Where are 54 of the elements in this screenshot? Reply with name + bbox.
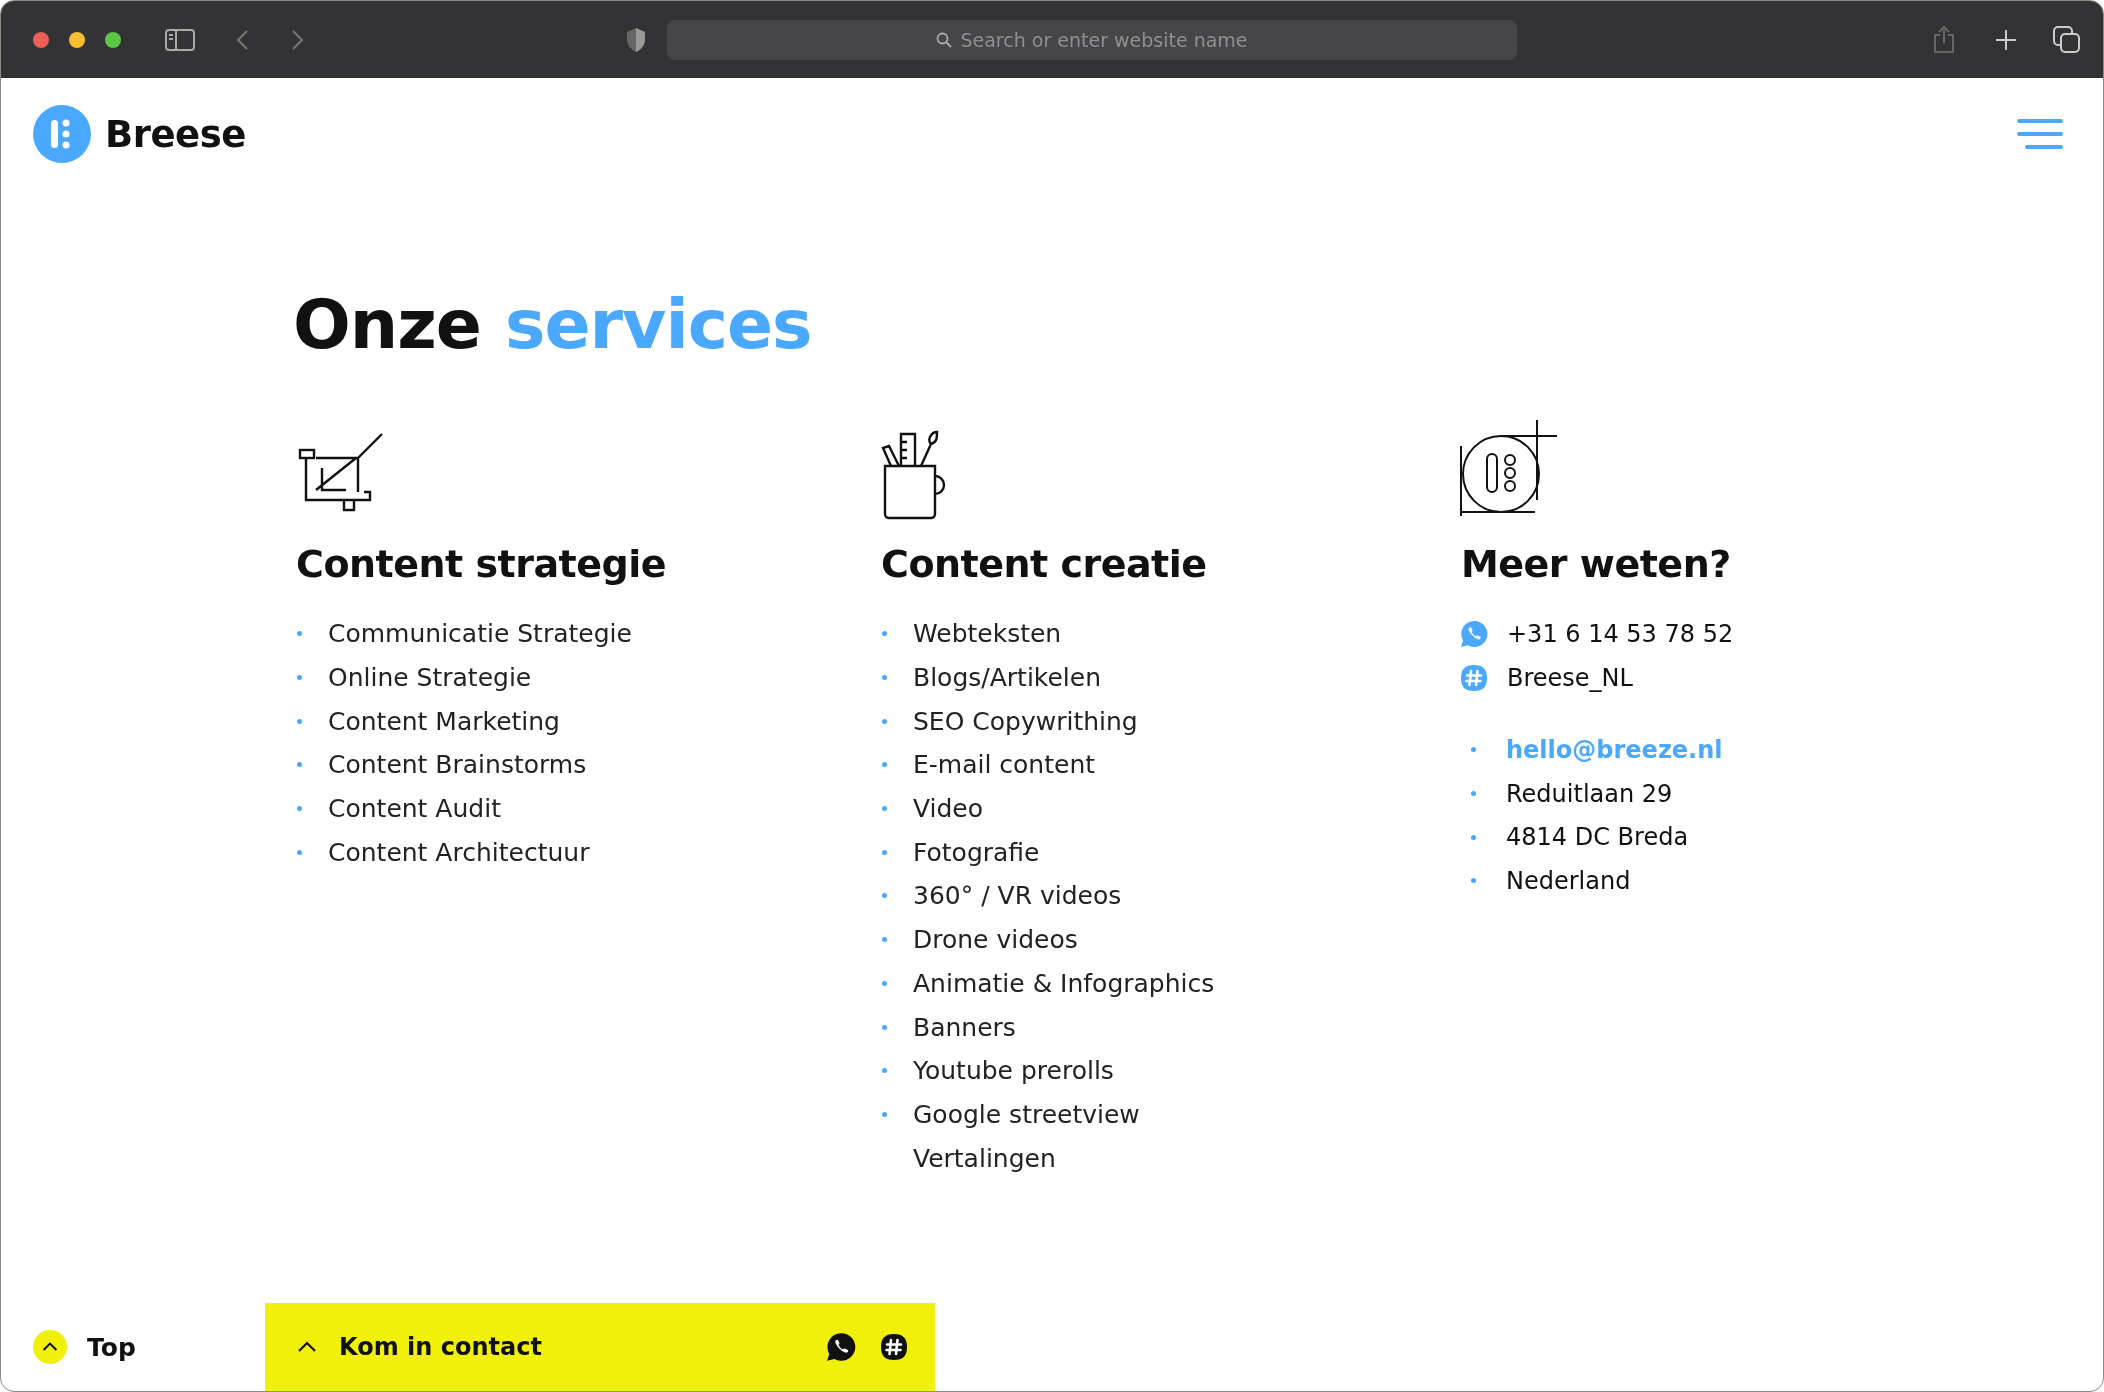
contact-bar-button[interactable]: Kom in contact — [265, 1303, 935, 1391]
bullet-icon — [1471, 878, 1476, 884]
column-title: Meer weten? — [1461, 542, 1732, 586]
page-heading: Onze services — [293, 285, 813, 364]
contact-channel: +31 6 14 53 78 52 — [1507, 620, 1734, 648]
service-item: 360° / VR videos — [913, 881, 1122, 911]
minimize-window-icon[interactable] — [69, 31, 85, 48]
contact-channel: Breese_NL — [1507, 664, 1633, 692]
service-item: Content Audit — [328, 794, 501, 824]
search-icon — [936, 31, 953, 48]
service-item: Fotografie — [913, 837, 1040, 867]
sidebar-icon[interactable] — [165, 28, 195, 51]
shield-icon[interactable] — [625, 26, 647, 53]
column-title: Content creatie — [881, 542, 1208, 586]
address-line: Reduitlaan 29 — [1506, 779, 1673, 808]
logo-text[interactable]: Breese — [105, 112, 246, 156]
service-item: Animatie & Infographics — [913, 968, 1215, 998]
column-title: Content strategie — [296, 542, 668, 586]
service-item: Drone videos — [913, 925, 1078, 955]
whatsapp-icon — [825, 1331, 857, 1363]
top-button[interactable]: Top — [1, 1317, 265, 1377]
service-item: Youtube prerolls — [913, 1056, 1114, 1086]
service-item: Content Marketing — [328, 706, 560, 736]
chevron-up-icon — [42, 1342, 58, 1352]
logo-icon[interactable] — [33, 105, 91, 163]
service-item: Video — [913, 794, 984, 824]
plus-icon[interactable] — [1995, 28, 2017, 51]
service-item: Webteksten — [913, 619, 1062, 649]
address-line: Nederland — [1506, 866, 1631, 895]
forward-icon[interactable] — [291, 28, 305, 51]
hashtag-icon — [879, 1332, 909, 1362]
service-item: SEO Copywrithing — [913, 706, 1138, 736]
chevron-up-icon — [297, 1341, 317, 1353]
back-icon[interactable] — [235, 28, 249, 51]
menu-icon[interactable] — [2017, 118, 2063, 150]
service-item: Vertalingen — [913, 1143, 1056, 1173]
maximize-window-icon[interactable] — [105, 31, 121, 48]
service-item: Google streetview — [913, 1099, 1140, 1129]
tabs-icon[interactable] — [2053, 25, 2081, 54]
service-item: Blogs/Artikelen — [913, 663, 1101, 693]
address-placeholder: Search or enter website name — [960, 28, 1248, 51]
service-item: Online Strategie — [328, 663, 532, 693]
whatsapp-icon — [1459, 619, 1489, 649]
hashtag-icon — [1459, 663, 1489, 693]
service-item: Content Architectuur — [328, 837, 590, 867]
service-item: Banners — [913, 1012, 1016, 1042]
address-line: 4814 DC Breda — [1506, 823, 1689, 852]
service-item: Content Brainstorms — [328, 750, 587, 780]
close-window-icon[interactable] — [33, 31, 49, 48]
service-item: E-mail content — [913, 750, 1096, 780]
bullet-icon — [1471, 747, 1476, 753]
bullet-icon — [1471, 791, 1476, 797]
bullet-icon — [1471, 834, 1476, 840]
service-item: Communicatie Strategie — [328, 619, 632, 649]
